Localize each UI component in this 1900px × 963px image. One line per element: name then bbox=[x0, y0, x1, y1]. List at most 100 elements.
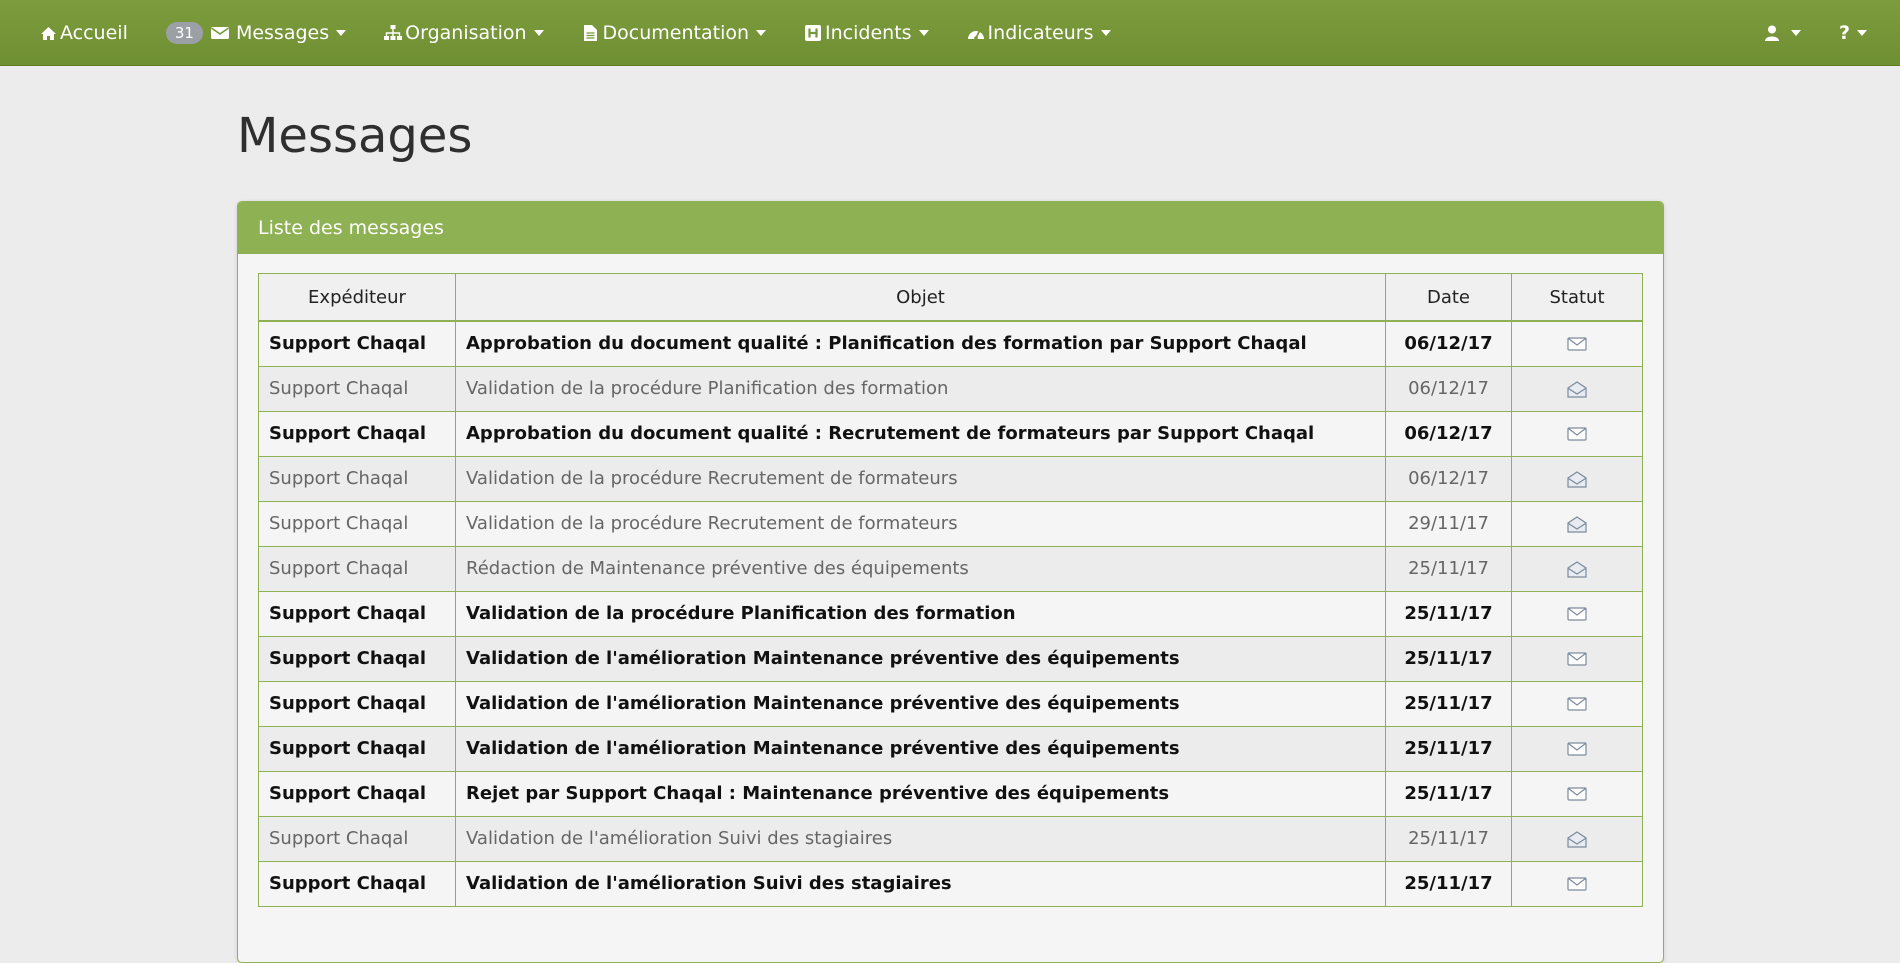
cell-subject[interactable]: Validation de la procédure Recrutement d… bbox=[455, 455, 1386, 502]
cell-status bbox=[1511, 365, 1643, 412]
cell-subject[interactable]: Validation de la procédure Planification… bbox=[455, 590, 1386, 637]
cell-subject[interactable]: Validation de l'amélioration Maintenance… bbox=[455, 635, 1386, 682]
column-header-sender[interactable]: Expéditeur bbox=[258, 273, 456, 322]
cell-sender[interactable]: Support Chaqal bbox=[258, 410, 456, 457]
column-header-status[interactable]: Statut bbox=[1511, 273, 1643, 322]
nav-home[interactable]: Accueil bbox=[20, 0, 147, 66]
nav-incidents-label: Incidents bbox=[825, 22, 912, 44]
hospital-h-icon bbox=[804, 24, 822, 42]
help-icon: ? bbox=[1838, 22, 1850, 44]
cell-status bbox=[1511, 500, 1643, 547]
table-row[interactable]: Support Chaqal Validation de l'améliorati… bbox=[258, 860, 1643, 907]
nav-help-menu[interactable]: ? bbox=[1820, 0, 1886, 66]
messages-count-badge: 31 bbox=[165, 22, 203, 44]
table-row[interactable]: Support Chaqal Validation de l'améliorati… bbox=[258, 815, 1643, 862]
cell-date[interactable]: 29/11/17 bbox=[1385, 500, 1512, 547]
cell-subject[interactable]: Approbation du document qualité : Planif… bbox=[455, 320, 1386, 367]
cell-sender[interactable]: Support Chaqal bbox=[258, 680, 456, 727]
cell-sender[interactable]: Support Chaqal bbox=[258, 455, 456, 502]
cell-subject[interactable]: Rejet par Support Chaqal : Maintenance p… bbox=[455, 770, 1386, 817]
cell-date[interactable]: 25/11/17 bbox=[1385, 635, 1512, 682]
cell-status bbox=[1511, 725, 1643, 772]
table-row[interactable]: Support Chaqal Rédaction de Maintenance p… bbox=[258, 545, 1643, 592]
cell-sender[interactable]: Support Chaqal bbox=[258, 365, 456, 412]
cell-subject[interactable]: Approbation du document qualité : Recrut… bbox=[455, 410, 1386, 457]
cell-date[interactable]: 25/11/17 bbox=[1385, 590, 1512, 637]
envelope-open-icon bbox=[1567, 471, 1587, 488]
cell-status bbox=[1511, 590, 1643, 637]
envelope-open-icon bbox=[1567, 561, 1587, 578]
cell-date[interactable]: 25/11/17 bbox=[1385, 545, 1512, 592]
envelope-closed-icon bbox=[1567, 426, 1587, 442]
envelope-icon bbox=[210, 24, 229, 42]
cell-date[interactable]: 25/11/17 bbox=[1385, 770, 1512, 817]
envelope-closed-icon bbox=[1567, 786, 1587, 802]
cell-status bbox=[1511, 770, 1643, 817]
nav-incidents[interactable]: Incidents bbox=[785, 0, 948, 66]
nav-documentation[interactable]: Documentation bbox=[563, 0, 785, 66]
cell-status bbox=[1511, 410, 1643, 457]
cell-sender[interactable]: Support Chaqal bbox=[258, 770, 456, 817]
top-navbar: Accueil 31 Messages Organisation Documen… bbox=[0, 0, 1900, 66]
chevron-down-icon bbox=[336, 30, 347, 36]
cell-subject[interactable]: Rédaction de Maintenance préventive des … bbox=[455, 545, 1386, 592]
cell-date[interactable]: 06/12/17 bbox=[1385, 320, 1512, 367]
table-row[interactable]: Support Chaqal Validation de l'améliorati… bbox=[258, 680, 1643, 727]
envelope-closed-icon bbox=[1567, 696, 1587, 712]
column-header-subject[interactable]: Objet bbox=[455, 273, 1386, 322]
table-row[interactable]: Support Chaqal Rejet par Support Chaqal :… bbox=[258, 770, 1643, 817]
envelope-closed-icon bbox=[1567, 876, 1587, 892]
table-row[interactable]: Support Chaqal Approbation du document qu… bbox=[258, 410, 1643, 457]
column-header-date[interactable]: Date bbox=[1385, 273, 1512, 322]
nav-organisation-label: Organisation bbox=[405, 22, 527, 44]
nav-documentation-label: Documentation bbox=[602, 22, 750, 44]
cell-sender[interactable]: Support Chaqal bbox=[258, 500, 456, 547]
cell-sender[interactable]: Support Chaqal bbox=[258, 320, 456, 367]
cell-date[interactable]: 25/11/17 bbox=[1385, 815, 1512, 862]
envelope-closed-icon bbox=[1567, 336, 1587, 352]
cell-subject[interactable]: Validation de l'amélioration Maintenance… bbox=[455, 680, 1386, 727]
home-icon bbox=[39, 24, 57, 42]
envelope-open-icon bbox=[1567, 831, 1587, 848]
cell-date[interactable]: 06/12/17 bbox=[1385, 410, 1512, 457]
table-row[interactable]: Support Chaqal Validation de la procédure… bbox=[258, 590, 1643, 637]
cell-date[interactable]: 25/11/17 bbox=[1385, 680, 1512, 727]
chevron-down-icon bbox=[756, 30, 767, 36]
cell-status bbox=[1511, 545, 1643, 592]
messages-table-body: Support Chaqal Approbation du document qu… bbox=[258, 320, 1643, 907]
nav-messages[interactable]: 31 Messages bbox=[147, 0, 365, 66]
nav-organisation[interactable]: Organisation bbox=[365, 0, 562, 66]
cell-sender[interactable]: Support Chaqal bbox=[258, 590, 456, 637]
envelope-closed-icon bbox=[1567, 606, 1587, 622]
nav-indicateurs[interactable]: Indicateurs bbox=[948, 0, 1130, 66]
table-header-row: Expéditeur Objet Date Statut bbox=[258, 273, 1643, 322]
nav-indicateurs-label: Indicateurs bbox=[987, 22, 1094, 44]
table-row[interactable]: Support Chaqal Validation de l'améliorati… bbox=[258, 635, 1643, 682]
nav-user-menu[interactable] bbox=[1744, 0, 1820, 66]
cell-sender[interactable]: Support Chaqal bbox=[258, 725, 456, 772]
messages-panel: Liste des messages Expéditeur Objet Date… bbox=[237, 201, 1664, 963]
cell-date[interactable]: 25/11/17 bbox=[1385, 860, 1512, 907]
table-row[interactable]: Support Chaqal Approbation du document qu… bbox=[258, 320, 1643, 367]
cell-subject[interactable]: Validation de la procédure Recrutement d… bbox=[455, 500, 1386, 547]
cell-date[interactable]: 06/12/17 bbox=[1385, 365, 1512, 412]
cell-subject[interactable]: Validation de l'amélioration Suivi des s… bbox=[455, 815, 1386, 862]
nav-right: ? bbox=[1744, 0, 1886, 66]
nav-left: Accueil 31 Messages Organisation Documen… bbox=[20, 0, 1130, 66]
cell-date[interactable]: 06/12/17 bbox=[1385, 455, 1512, 502]
table-row[interactable]: Support Chaqal Validation de la procédure… bbox=[258, 500, 1643, 547]
table-row[interactable]: Support Chaqal Validation de la procédure… bbox=[258, 365, 1643, 412]
dashboard-gauge-icon bbox=[967, 24, 985, 42]
cell-status bbox=[1511, 860, 1643, 907]
cell-sender[interactable]: Support Chaqal bbox=[258, 635, 456, 682]
table-row[interactable]: Support Chaqal Validation de la procédure… bbox=[258, 455, 1643, 502]
cell-date[interactable]: 25/11/17 bbox=[1385, 725, 1512, 772]
cell-subject[interactable]: Validation de la procédure Planification… bbox=[455, 365, 1386, 412]
cell-subject[interactable]: Validation de l'amélioration Suivi des s… bbox=[455, 860, 1386, 907]
table-row[interactable]: Support Chaqal Validation de l'améliorati… bbox=[258, 725, 1643, 772]
cell-sender[interactable]: Support Chaqal bbox=[258, 815, 456, 862]
cell-sender[interactable]: Support Chaqal bbox=[258, 860, 456, 907]
cell-sender[interactable]: Support Chaqal bbox=[258, 545, 456, 592]
cell-status bbox=[1511, 455, 1643, 502]
cell-subject[interactable]: Validation de l'amélioration Maintenance… bbox=[455, 725, 1386, 772]
